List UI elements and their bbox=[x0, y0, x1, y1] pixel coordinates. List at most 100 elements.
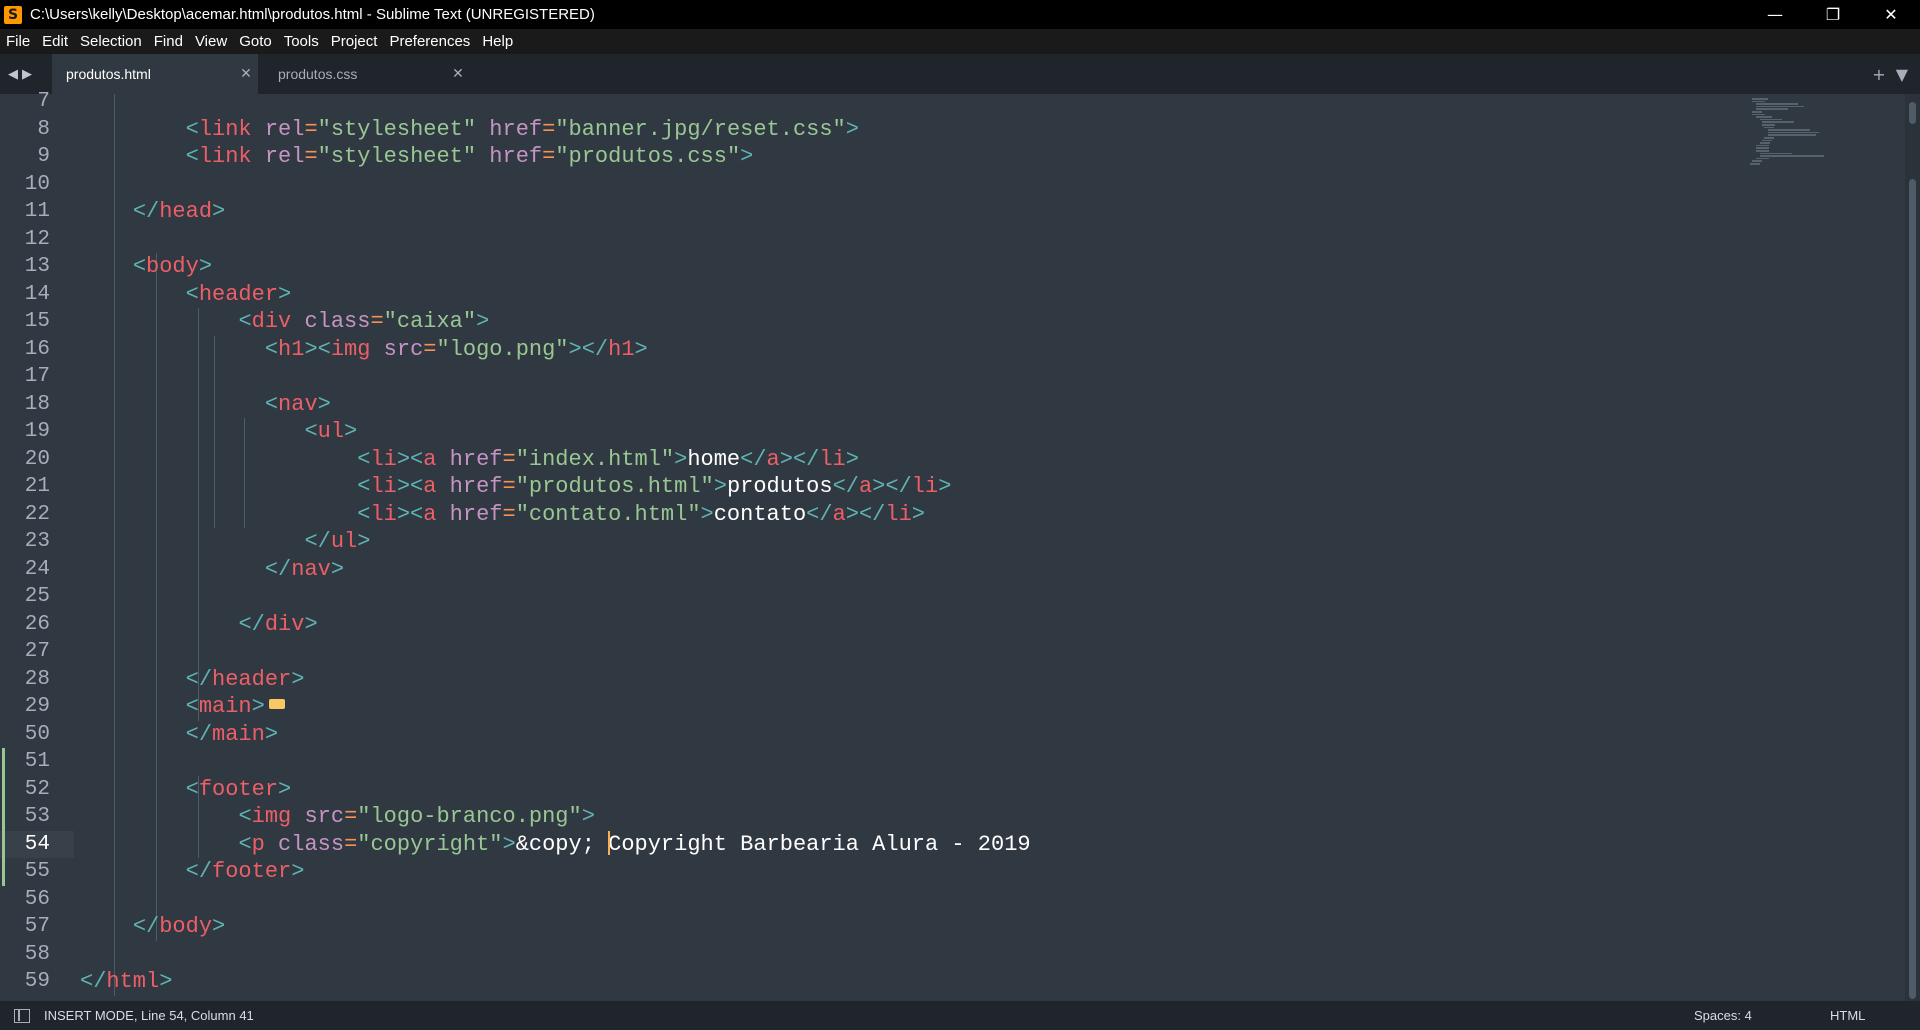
menu-edit[interactable]: Edit bbox=[36, 29, 74, 54]
equals-sign: = bbox=[344, 804, 358, 829]
code-line-55[interactable]: </footer> bbox=[80, 858, 305, 886]
equals-sign: = bbox=[502, 501, 516, 527]
tab-actions: + ▼ bbox=[1872, 54, 1908, 94]
line-number: 7 bbox=[37, 90, 50, 113]
tag-name: footer bbox=[212, 859, 292, 884]
new-tab-icon[interactable]: + bbox=[1872, 65, 1885, 84]
code-line-53[interactable]: <img src="logo-branco.png"> bbox=[80, 803, 594, 831]
minimap[interactable] bbox=[1744, 94, 1904, 1001]
menu-goto[interactable]: Goto bbox=[233, 29, 278, 54]
tag-name: nav bbox=[278, 391, 318, 417]
code-line-11[interactable]: </head> bbox=[80, 198, 225, 226]
code-line-16[interactable]: <h1><img src="logo.png"></h1> bbox=[80, 336, 648, 364]
code-line-54[interactable]: <p class="copyright">&copy; Copyright Ba… bbox=[80, 830, 1031, 859]
line-number: 21 bbox=[24, 475, 50, 498]
line-number: 51 bbox=[24, 750, 50, 773]
code-line-57[interactable]: </body> bbox=[80, 913, 225, 941]
attribute-value: "logo.png" bbox=[436, 336, 569, 362]
code-line-8[interactable]: <link rel="stylesheet" href="banner.jpg/… bbox=[80, 116, 859, 144]
tab-close-icon[interactable]: ✕ bbox=[446, 66, 470, 82]
line-number: 13 bbox=[24, 255, 50, 278]
tab-close-icon[interactable]: ✕ bbox=[234, 66, 258, 82]
equals-sign: = bbox=[542, 116, 556, 142]
code-line-50[interactable]: </main> bbox=[80, 721, 278, 749]
menu-selection[interactable]: Selection bbox=[74, 29, 148, 54]
code-line-15[interactable]: <div class="caixa"> bbox=[80, 308, 489, 336]
maximize-button[interactable]: ❐ bbox=[1804, 0, 1862, 29]
code-area[interactable]: <link rel="stylesheet" href="banner.jpg/… bbox=[74, 94, 1744, 1001]
menu-view[interactable]: View bbox=[189, 29, 233, 54]
code-token: ></ bbox=[568, 336, 609, 362]
code-line-29[interactable]: <main> bbox=[80, 693, 285, 721]
folded-code-icon[interactable] bbox=[268, 699, 285, 710]
minimap-line bbox=[1752, 113, 1765, 116]
equals-sign: = bbox=[344, 831, 358, 857]
code-token: > bbox=[845, 446, 859, 472]
tab-prev-icon[interactable]: ◀ bbox=[8, 67, 18, 82]
code-token: < bbox=[357, 474, 371, 499]
line-number: 52 bbox=[24, 777, 50, 801]
text-content: contato bbox=[713, 501, 807, 527]
code-line-13[interactable]: <body> bbox=[80, 253, 212, 281]
tab-menu-icon[interactable]: ▼ bbox=[1896, 65, 1908, 84]
code-line-21[interactable]: <li><a href="produtos.html">produtos</a>… bbox=[80, 473, 951, 501]
code-line-19[interactable]: <ul> bbox=[80, 418, 357, 446]
code-line-28[interactable]: </header> bbox=[80, 666, 305, 694]
line-number: 9 bbox=[37, 145, 50, 168]
minimize-button[interactable]: — bbox=[1746, 0, 1804, 29]
menu-project[interactable]: Project bbox=[325, 29, 384, 54]
tag-name: li bbox=[370, 501, 397, 527]
status-syntax[interactable]: HTML bbox=[1830, 1001, 1865, 1030]
modified-line-marker bbox=[2, 775, 5, 803]
menu-file[interactable]: File bbox=[0, 29, 36, 54]
code-line-18[interactable]: <nav> bbox=[80, 391, 331, 419]
code-token: < bbox=[238, 309, 252, 334]
menu-tools[interactable]: Tools bbox=[278, 29, 325, 54]
equals-sign: = bbox=[370, 309, 384, 334]
status-indentation[interactable]: Spaces: 4 bbox=[1694, 1001, 1752, 1030]
tag-name: footer bbox=[198, 776, 279, 802]
code-token: > bbox=[344, 419, 358, 444]
menu-find[interactable]: Find bbox=[148, 29, 189, 54]
editor[interactable]: 7 8 9 10 11 12 13 14 15 16 17 18 19 20 21 22 23 24 25 26 27 2… bbox=[0, 90, 1920, 1001]
code-line-24[interactable]: </nav> bbox=[80, 556, 344, 584]
panel-toggle-icon[interactable] bbox=[14, 1008, 30, 1023]
code-line-23[interactable]: </ul> bbox=[80, 528, 370, 556]
code-token: < bbox=[185, 694, 199, 719]
code-line-9[interactable]: <link rel="stylesheet" href="produtos.cs… bbox=[80, 143, 754, 171]
line-number: 8 bbox=[37, 117, 50, 141]
attribute-name: class bbox=[304, 309, 371, 334]
line-number: 27 bbox=[24, 640, 50, 663]
tab-produtos-css[interactable]: produtos.css ✕ bbox=[264, 54, 470, 94]
code-token: >< bbox=[396, 446, 424, 472]
tag-name: li bbox=[819, 446, 846, 472]
equals-sign: = bbox=[502, 474, 516, 499]
tab-next-icon[interactable]: ▶ bbox=[22, 67, 32, 82]
tag-name: header bbox=[198, 281, 279, 307]
code-line-26[interactable]: </div> bbox=[80, 611, 317, 639]
code-line-14[interactable]: <header> bbox=[80, 281, 292, 309]
menu-preferences[interactable]: Preferences bbox=[383, 29, 476, 54]
attribute-value: "stylesheet" bbox=[317, 116, 477, 142]
code-line-52[interactable]: <footer> bbox=[80, 776, 292, 804]
menu-help[interactable]: Help bbox=[476, 29, 519, 54]
tag-name: head bbox=[159, 199, 213, 224]
code-token: </ bbox=[740, 446, 767, 472]
minimap-line bbox=[1756, 147, 1769, 149]
scroll-thumb[interactable] bbox=[1909, 179, 1916, 999]
vertical-scrollbar[interactable] bbox=[1905, 94, 1920, 1001]
code-token: </ bbox=[304, 529, 331, 554]
close-button[interactable]: ✕ bbox=[1862, 0, 1920, 29]
code-line-20[interactable]: <li><a href="index.html">home</a></li> bbox=[80, 446, 859, 474]
text-content: Copyright Barbearia Alura - 2019 bbox=[608, 831, 1031, 857]
code-line-22[interactable]: <li><a href="contato.html">contato</a></… bbox=[80, 501, 925, 529]
code-line-59[interactable]: </html> bbox=[80, 968, 172, 996]
tab-produtos-html[interactable]: produtos.html ✕ bbox=[52, 54, 258, 94]
code-token: > bbox=[159, 969, 173, 994]
